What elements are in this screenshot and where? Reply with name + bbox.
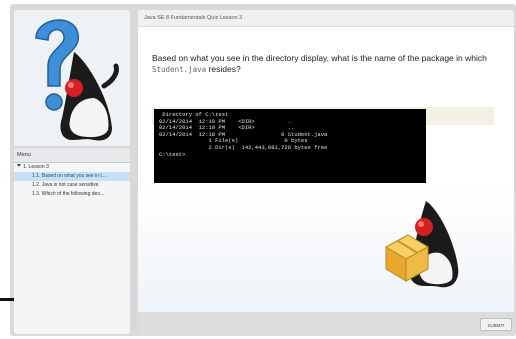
menu-item-1-2[interactable]: 1.2. Java is not case sensitive. [14,181,130,190]
question-code: Student.java [152,65,207,74]
directory-console: Directory of C:\test 02/14/2014 12:19 PM … [154,109,426,183]
menu-item-1-3[interactable]: 1.3. Which of the following des... [14,190,130,199]
menu-section-label: 1. Lesson 3 [23,164,49,170]
console-line: C:\test> [159,150,186,158]
console-line: 2 Dir(s) 142,443,081,728 bytes free [159,143,328,151]
submit-button[interactable]: SUBMIT [480,318,512,331]
logo-panel [14,10,130,146]
bottom-bar [138,312,514,336]
window-title: Java SE 8 Fundamentals Quiz Lesson 3 [138,10,514,27]
duke-question-mark-icon [35,19,119,141]
question-text-before: Based on what you see in the directory d… [152,53,487,63]
menu-header: Menu [14,148,130,163]
chevron-down-icon [17,164,21,167]
question-text: Based on what you see in the directory d… [152,53,502,75]
menu-panel: Menu 1. Lesson 3 1.1. Based on what you … [14,148,130,334]
menu-item-1-1[interactable]: 1.1. Based on what you see in t... [14,172,130,181]
duke-with-box-icon [384,201,459,288]
menu-section-lesson3[interactable]: 1. Lesson 3 [14,163,130,172]
question-text-after: resides? [206,64,241,74]
menu-list: 1. Lesson 3 1.1. Based on what you see i… [14,163,130,199]
